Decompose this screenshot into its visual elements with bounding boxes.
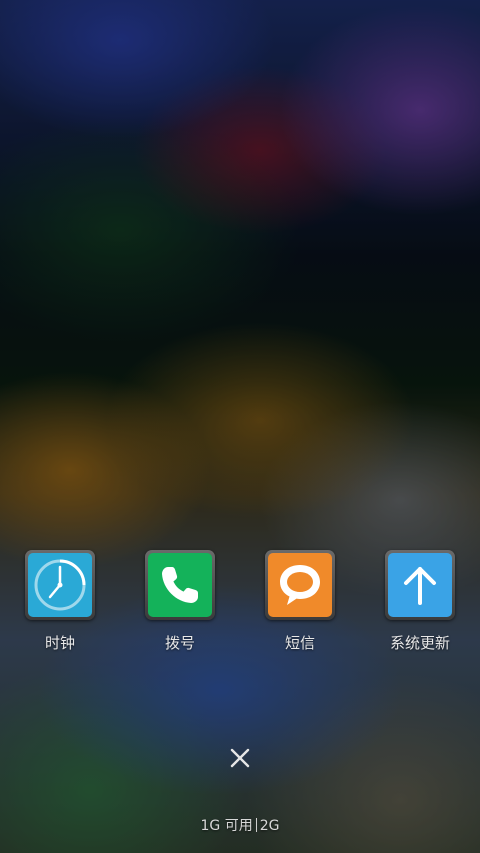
app-icon-frame — [145, 550, 215, 620]
arrow-up-icon — [388, 553, 452, 617]
clear-recents-button[interactable] — [222, 740, 258, 776]
app-label: 短信 — [284, 634, 315, 652]
phone-icon — [148, 553, 212, 617]
message-bubble-icon — [268, 553, 332, 617]
app-label: 拨号 — [164, 634, 195, 652]
app-label: 时钟 — [44, 634, 75, 652]
blurred-wallpaper — [0, 0, 480, 853]
recent-app-messages[interactable]: 短信 — [245, 550, 355, 660]
app-label: 系统更新 — [389, 634, 450, 652]
clock-icon — [28, 553, 92, 617]
app-icon-frame — [265, 550, 335, 620]
close-icon — [230, 748, 250, 768]
app-icon-frame — [385, 550, 455, 620]
memory-available: 1G 可用 — [200, 818, 253, 834]
recent-app-phone[interactable]: 拨号 — [125, 550, 235, 660]
recent-app-clock[interactable]: 时钟 — [5, 550, 115, 660]
memory-status: 1G 可用 2G — [0, 815, 480, 835]
app-icon-frame — [25, 550, 95, 620]
recent-apps-row: 时钟 拨号 短信 系统更新 — [0, 550, 480, 660]
recent-app-system-update[interactable]: 系统更新 — [365, 550, 475, 660]
memory-divider — [255, 818, 257, 832]
memory-total: 2G — [259, 818, 280, 834]
